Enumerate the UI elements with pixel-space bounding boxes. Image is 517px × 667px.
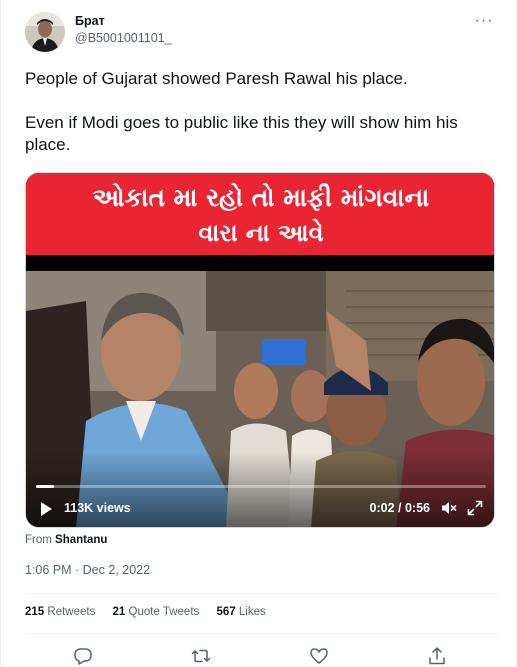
- tweet-paragraph-2: Even if Modi goes to public like this th…: [25, 113, 458, 154]
- video-banner: ઓકાત મા રહો તો માફી માંગવાના વારા ના આવે: [26, 173, 494, 255]
- mute-icon[interactable]: [440, 499, 458, 517]
- banner-line-1: ઓકાત મા રહો તો માફી માંગવાના: [92, 183, 430, 212]
- retweets-count: 215: [25, 606, 45, 618]
- share-icon[interactable]: [427, 646, 447, 666]
- tweet-header: Брат @B5001001101_ ···: [25, 12, 498, 56]
- more-options-icon[interactable]: ···: [474, 13, 494, 34]
- likes-count: 567: [216, 606, 236, 618]
- video-progress-bar[interactable]: [36, 485, 486, 488]
- retweets-label: Retweets: [47, 606, 96, 618]
- tweet-stats: 215 Retweets 21 Quote Tweets 567 Likes: [25, 606, 280, 618]
- media-source-prefix: From: [25, 534, 52, 546]
- tweet-paragraph-1: People of Gujarat showed Paresh Rawal hi…: [25, 69, 408, 88]
- media-source-link[interactable]: Shantanu: [55, 534, 107, 546]
- expand-icon[interactable]: [466, 499, 484, 517]
- quote-tweets-label: Quote Tweets: [128, 606, 200, 618]
- quote-tweets-count: 21: [112, 606, 126, 618]
- retweet-icon[interactable]: [191, 646, 211, 666]
- tweet-card: Брат @B5001001101_ ··· People of Gujarat…: [0, 0, 517, 667]
- avatar[interactable]: [25, 12, 65, 52]
- quote-tweets-stat[interactable]: 21 Quote Tweets: [113, 606, 200, 618]
- video-controls: 113K views 0:02 / 0:56: [26, 479, 494, 527]
- retweets-stat[interactable]: 215 Retweets: [25, 606, 95, 618]
- author-handle[interactable]: @B5001001101_: [75, 31, 172, 45]
- video-progress-fill: [36, 485, 54, 488]
- divider: [25, 593, 498, 594]
- likes-label: Likes: [238, 606, 266, 618]
- like-icon[interactable]: [309, 646, 329, 666]
- divider: [25, 633, 498, 634]
- media-source: From Shantanu: [25, 534, 107, 546]
- author-names: Брат @B5001001101_: [75, 14, 172, 45]
- play-icon[interactable]: [38, 501, 54, 517]
- video-player[interactable]: ઓકાત મા રહો તો માફી માંગવાના વારા ના આવે: [25, 172, 495, 528]
- banner-line-2: વારા ના આવે: [198, 219, 324, 247]
- tweet-timestamp[interactable]: 1:06 PM · Dec 2, 2022: [25, 563, 150, 577]
- tweet-actions: [25, 644, 495, 667]
- user-avatar-icon: [25, 12, 65, 52]
- tweet-text: People of Gujarat showed Paresh Rawal hi…: [25, 68, 495, 156]
- likes-stat[interactable]: 567 Likes: [216, 606, 265, 618]
- reply-icon[interactable]: [73, 646, 93, 666]
- author-display-name[interactable]: Брат: [75, 14, 172, 28]
- video-views: 113K views: [64, 501, 131, 515]
- video-time: 0:02 / 0:56: [369, 501, 430, 515]
